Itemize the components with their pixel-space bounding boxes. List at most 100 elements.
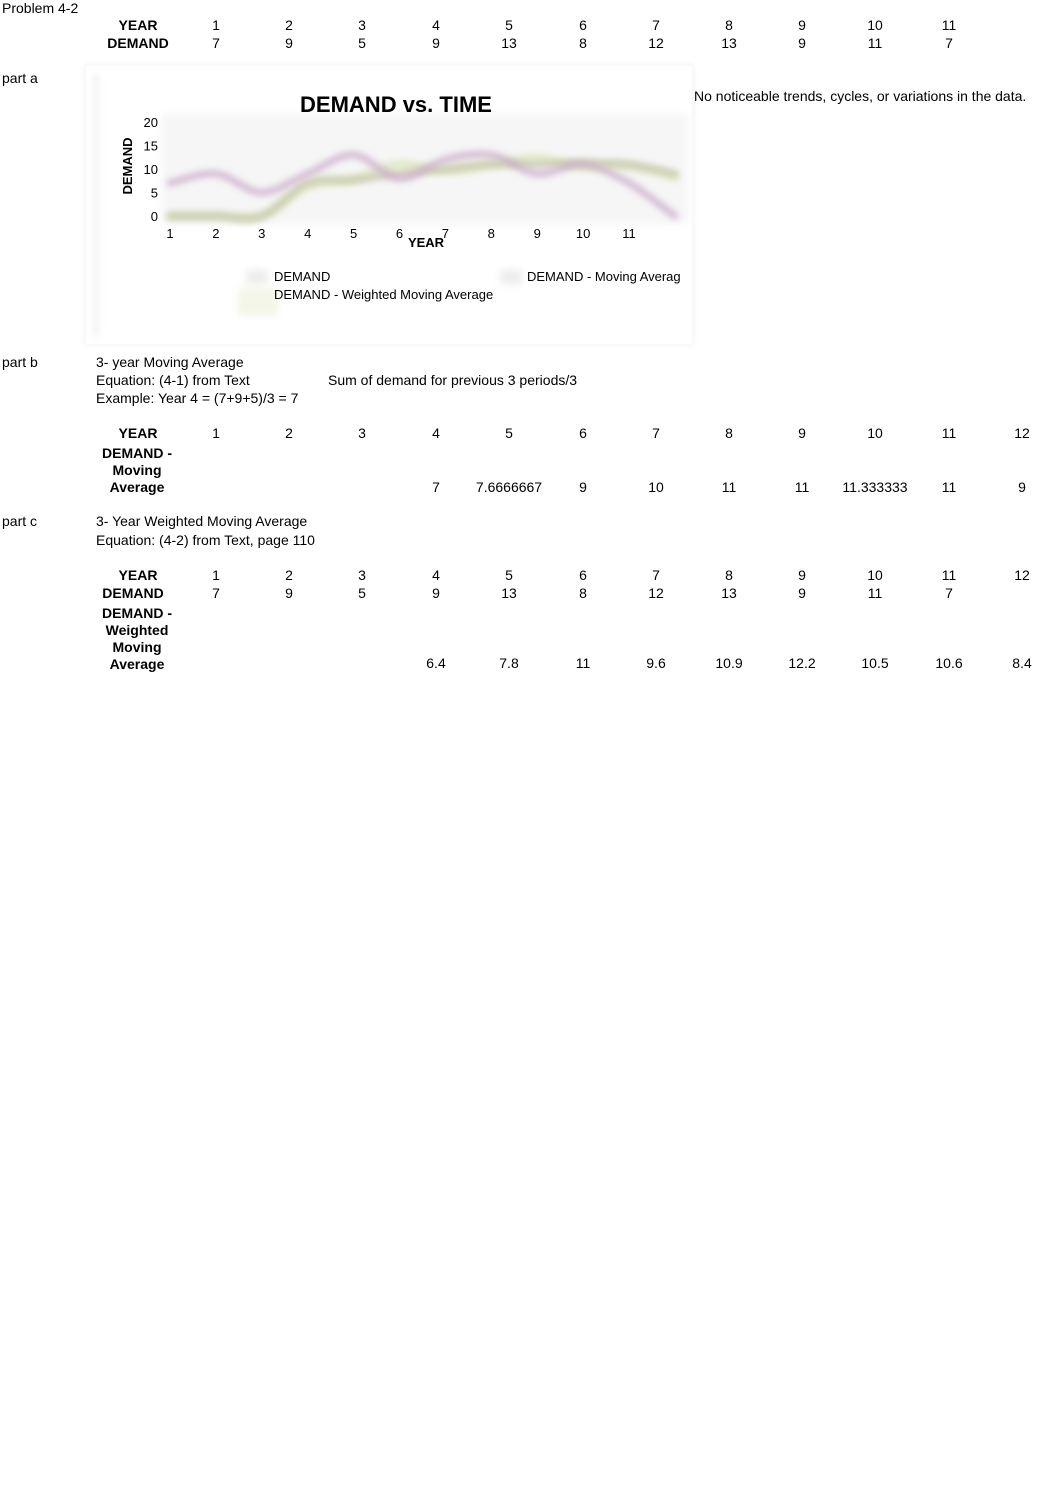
- moving-average-cell: 10: [648, 479, 664, 495]
- demand-header: DEMAND: [107, 35, 169, 51]
- year-cell: 8: [725, 17, 733, 33]
- legend-swatch-moving-average: [500, 270, 522, 284]
- demand-cell: 9: [798, 35, 806, 51]
- chart-title: DEMAND vs. TIME: [300, 92, 492, 117]
- year-cell: 4: [432, 567, 440, 583]
- year-cell: 12: [1014, 567, 1030, 583]
- demand-cell: 13: [501, 35, 517, 51]
- x-tick-label: 3: [258, 226, 265, 241]
- year-cell: 6: [579, 567, 587, 583]
- moving-average-cell: 11: [794, 479, 810, 495]
- legend-swatch-weighted-moving-average: [238, 288, 278, 316]
- year-cell: 4: [432, 17, 440, 33]
- weighted-moving-average-cell: 10.6: [935, 655, 963, 671]
- x-tick-label: 10: [576, 226, 590, 241]
- demand-cell: 9: [285, 585, 293, 601]
- part-a-label: part a: [2, 70, 38, 86]
- year-cell: 7: [652, 425, 660, 441]
- demand-cell: 9: [432, 35, 440, 51]
- year-cell: 9: [798, 425, 806, 441]
- demand-cell: 7: [212, 585, 220, 601]
- year-cell: 1: [212, 567, 220, 583]
- part-c-equation: Equation: (4-2) from Text, page 110: [96, 532, 315, 548]
- y-tick-label: 5: [151, 186, 158, 201]
- x-tick-label: 1: [166, 226, 173, 241]
- year-cell: 12: [1014, 425, 1030, 441]
- year-cell: 3: [358, 425, 366, 441]
- year-cell: 5: [505, 17, 513, 33]
- part-b-equation-note: Sum of demand for previous 3 periods/3: [328, 372, 578, 388]
- x-tick-label: 8: [488, 226, 495, 241]
- weighted-moving-average-cell: 10.5: [861, 655, 889, 671]
- legend-swatch-demand: [246, 270, 268, 284]
- x-tick-label: 6: [396, 226, 403, 241]
- y-tick-label: 15: [144, 139, 158, 154]
- year-header: YEAR: [118, 17, 158, 33]
- year-cell: 9: [798, 17, 806, 33]
- weighted-moving-average-cell: 12.2: [788, 655, 816, 671]
- demand-cell: 9: [285, 35, 293, 51]
- part-c-title: 3- Year Weighted Moving Average: [96, 513, 308, 529]
- weighted-moving-average-cell: 8.4: [1012, 655, 1032, 671]
- weighted-moving-average-cell: 10.9: [715, 655, 743, 671]
- demand-cell: 7: [945, 585, 953, 601]
- part-b-title: 3- year Moving Average: [96, 354, 244, 370]
- legend-demand: DEMAND: [274, 269, 331, 284]
- year-cell: 5: [505, 567, 513, 583]
- problem-title: Problem 4-2: [2, 0, 79, 16]
- weighted-moving-average-cell: 7.8: [499, 655, 519, 671]
- x-tick-label: 11: [622, 226, 636, 241]
- moving-average-cell: 7.6666667: [475, 479, 543, 495]
- x-tick-label: 5: [350, 226, 357, 241]
- chart-canvas: DEMAND vs. TIME 05101520 1 2 3 4 5 6 7 8 9 10 11 D…: [120, 92, 688, 250]
- year-cell: 2: [285, 425, 293, 441]
- year-cell: 11: [941, 567, 957, 583]
- x-axis-label: YEAR: [408, 235, 445, 250]
- year-cell: 9: [798, 567, 806, 583]
- y-tick-label: 0: [151, 209, 158, 224]
- demand-cell: 9: [798, 585, 806, 601]
- year-cell: 8: [725, 567, 733, 583]
- demand-chart[interactable]: DEMAND vs. TIME 0 5 10 15 20 1 2 3 4 5 6 7 8 9 10 11 D…: [86, 66, 692, 344]
- y-axis-label: DEMAND: [120, 137, 135, 194]
- year-cell: 5: [505, 425, 513, 441]
- part-c-wma-header: DEMAND - Weighted Moving Average: [102, 605, 172, 672]
- demand-cell: 13: [721, 35, 737, 51]
- weighted-moving-average-cell: 9.6: [646, 655, 666, 671]
- moving-average-cell: 7: [432, 479, 440, 495]
- x-tick-label: 2: [212, 226, 219, 241]
- year-cell: 3: [358, 567, 366, 583]
- demand-cell: 8: [579, 585, 587, 601]
- part-a-comment: No noticeable trends, cycles, or variati…: [694, 88, 1027, 104]
- part-c-year-header: YEAR: [118, 567, 158, 583]
- year-cell: 3: [358, 17, 366, 33]
- weighted-moving-average-cell: 6.4: [426, 655, 446, 671]
- year-cell: 6: [579, 425, 587, 441]
- part-c-label: part c: [2, 513, 38, 529]
- demand-cell: 7: [212, 35, 220, 51]
- moving-average-cell: 11.333333: [842, 479, 908, 495]
- demand-cell: 7: [945, 35, 953, 51]
- demand-cell: 5: [358, 35, 366, 51]
- year-cell: 1: [212, 425, 220, 441]
- x-tick-label: 9: [534, 226, 541, 241]
- part-b-ma-header: DEMAND - Moving Average: [102, 445, 172, 495]
- year-cell: 1: [212, 17, 220, 33]
- weighted-moving-average-cell: 11: [575, 655, 591, 671]
- demand-cell: 12: [648, 35, 664, 51]
- demand-cell: 13: [501, 585, 517, 601]
- part-b-example: Example: Year 4 = (7+9+5)/3 = 7: [96, 390, 299, 406]
- demand-cell: 12: [648, 585, 664, 601]
- year-cell: 10: [867, 17, 883, 33]
- demand-cell: 11: [867, 35, 883, 51]
- year-cell: 10: [867, 425, 883, 441]
- part-b-year-header: YEAR: [118, 425, 158, 441]
- year-cell: 11: [941, 425, 957, 441]
- moving-average-cell: 11: [941, 479, 957, 495]
- part-b-label: part b: [2, 354, 38, 370]
- year-cell: 4: [432, 425, 440, 441]
- year-cell: 7: [652, 567, 660, 583]
- legend-moving-average: DEMAND - Moving Averag: [527, 269, 681, 284]
- part-b-equation: Equation: (4-1) from Text: [96, 372, 250, 388]
- moving-average-cell: 11: [721, 479, 737, 495]
